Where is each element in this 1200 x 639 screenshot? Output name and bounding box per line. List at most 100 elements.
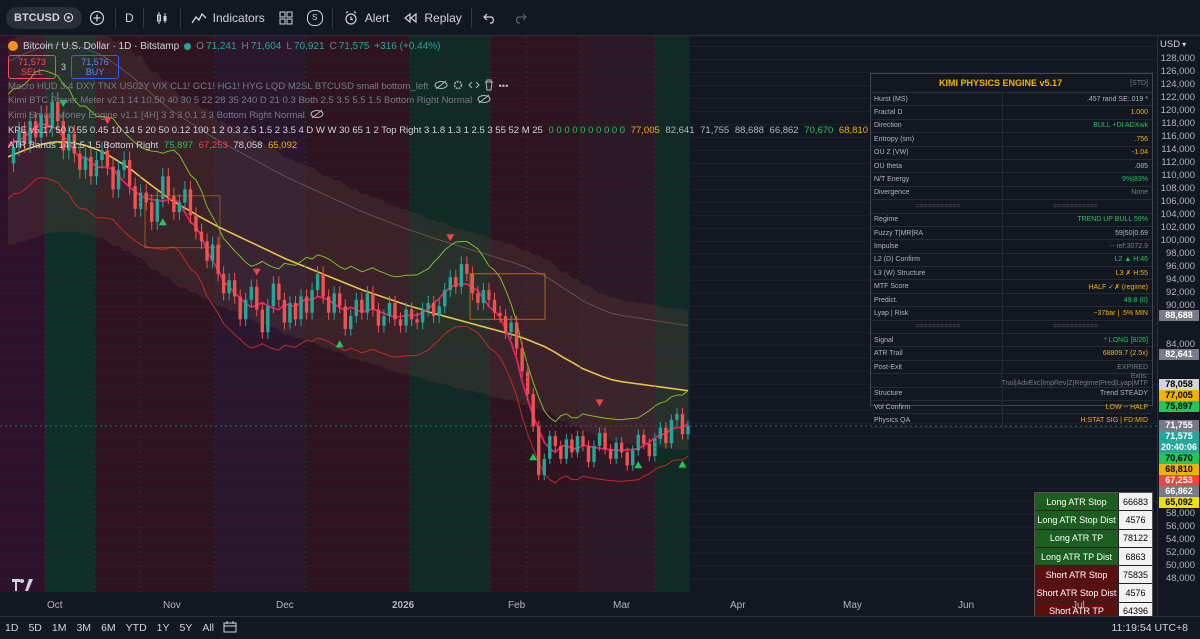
price-tag: 66,862 xyxy=(1159,485,1199,497)
symbol-search[interactable]: BTCUSD xyxy=(6,6,82,29)
indicator-values: 77,005 82,641 71,755 88,688 66,862 70,67… xyxy=(628,125,868,136)
candle-body xyxy=(310,290,314,313)
range-button[interactable]: 1Y xyxy=(152,622,175,634)
price-label: 100,000 xyxy=(1160,235,1195,247)
compare-button[interactable] xyxy=(82,5,112,31)
candle-body xyxy=(199,231,204,242)
candle-body xyxy=(448,277,452,291)
indicator-smart-money[interactable]: Kimi Smart Money Engine v1.1 [4H] 3 3 3 … xyxy=(8,109,324,122)
price-label: 122,000 xyxy=(1160,92,1195,104)
panel-row-value: * LONG [8/26] xyxy=(1104,336,1148,344)
candle-body xyxy=(150,202,154,222)
eye-off-icon[interactable] xyxy=(310,109,324,122)
candle-body xyxy=(420,309,425,323)
candle-body xyxy=(354,299,358,316)
plus-circle-icon xyxy=(88,9,106,27)
atr-row-label: Long ATR TP Dist xyxy=(1035,547,1119,566)
panel-row-key: Predict. xyxy=(871,293,1003,307)
panel-row-value: H:STAT SIG | FD:MID xyxy=(1080,417,1148,425)
candle-body xyxy=(326,296,331,313)
alert-button[interactable]: Alert xyxy=(336,5,396,31)
range-button[interactable]: 5D xyxy=(23,622,46,634)
legend-title: Bitcoin / U.S. Dollar · 1D · Bitstamp xyxy=(23,40,180,52)
range-button[interactable]: 6M xyxy=(96,622,121,634)
sell-button[interactable]: 71,573 SELL xyxy=(8,55,56,79)
time-scale[interactable]: Oct Nov Dec 2026 Feb Mar Apr May Jun Jul xyxy=(0,596,1157,616)
candle-body xyxy=(664,427,668,444)
indicator-label: Macro HUD 3.4 DXY TNX US02Y VIX CL1! GC1… xyxy=(8,81,429,92)
range-button[interactable]: 1D xyxy=(0,622,23,634)
candle-body xyxy=(127,160,132,187)
panel-row: L3 (W) Structure L3 ✗ H:55 xyxy=(871,267,1152,281)
interval-button[interactable]: D xyxy=(119,5,140,31)
candle-body xyxy=(138,192,143,209)
more-icon[interactable]: ••• xyxy=(498,81,508,92)
price-tag: 88,688 xyxy=(1159,309,1199,321)
price-label: 128,000 xyxy=(1160,53,1195,65)
range-button[interactable]: 5Y xyxy=(175,622,198,634)
currency-selector[interactable]: USD ▾ xyxy=(1160,39,1186,50)
candle-body xyxy=(597,432,602,446)
panel-row: ATR Trail 68809.7 (2.5x) xyxy=(871,347,1152,361)
price-tag: 78,058 xyxy=(1159,378,1199,390)
panel-row: Post-Exit EXPIRED xyxy=(871,360,1152,375)
candle-body xyxy=(454,277,458,287)
range-button[interactable]: All xyxy=(197,622,219,634)
candle-body xyxy=(393,303,397,320)
chart-type-button[interactable] xyxy=(147,5,177,31)
buy-button[interactable]: 71,576 BUY xyxy=(71,55,120,79)
indicators-button[interactable]: Indicators xyxy=(184,5,271,31)
time-label: Oct xyxy=(47,600,63,611)
panel-row-value: =========== xyxy=(1053,202,1098,210)
sell-price: 71,573 xyxy=(18,57,46,67)
panel-row-key: Entropy (sm) xyxy=(871,133,1003,146)
calendar-range-icon[interactable] xyxy=(223,620,237,636)
tradingview-logo-icon[interactable] xyxy=(12,578,34,595)
eye-off-icon[interactable] xyxy=(477,94,491,107)
range-button[interactable]: YTD xyxy=(121,622,152,634)
chart-pane[interactable]: Bitcoin / U.S. Dollar · 1D · Bitstamp O … xyxy=(0,36,1157,616)
panel-row-value: .457 rand SE:.019 * xyxy=(1086,95,1148,103)
candle-body xyxy=(166,176,171,196)
candle-body xyxy=(89,156,93,177)
range-button[interactable]: 3M xyxy=(71,622,96,634)
panel-row-value: None xyxy=(1131,189,1148,197)
script-button[interactable]: S xyxy=(301,5,329,31)
price-scale[interactable]: USD ▾ 128,000 126,000 124,000 122,000 120,00… xyxy=(1157,36,1200,616)
source-code-icon[interactable] xyxy=(468,79,481,94)
indicator-kpe[interactable]: KPE v5.17 50 0.55 0.45 10 14 5 20 50 0.1… xyxy=(8,125,868,136)
layouts-button[interactable] xyxy=(271,5,301,31)
settings-icon[interactable] xyxy=(452,79,464,94)
symbol-settings-icon[interactable] xyxy=(62,9,74,27)
undo-button[interactable] xyxy=(475,5,505,31)
redo-button[interactable] xyxy=(505,5,535,31)
candle-body xyxy=(642,434,646,444)
price-label: 104,000 xyxy=(1160,209,1195,221)
range-button[interactable]: 1M xyxy=(47,622,72,634)
candle-body xyxy=(509,322,513,333)
replay-button[interactable]: Replay xyxy=(395,5,467,31)
trash-icon[interactable] xyxy=(484,79,494,94)
panel-row-key: Lyap | Risk xyxy=(871,307,1003,320)
candle-body xyxy=(575,436,580,453)
divider xyxy=(115,7,116,28)
panel-row: OU theta .085 xyxy=(871,159,1152,174)
indicator-atr-bands[interactable]: ATR Bands 14 1.5 1.5 Bottom Right 75,897… xyxy=(8,140,297,151)
time-label: Mar xyxy=(613,600,631,611)
indicator-zeros: 0 0 0 0 0 0 0 0 0 0 xyxy=(548,125,626,136)
panel-row: Structure Trend STEADY xyxy=(871,387,1152,401)
price-tag: 68,810 xyxy=(1159,463,1199,475)
indicator-power-meter[interactable]: Kimi BTC Power Meter v2.1 14 10.50 40 30… xyxy=(8,94,491,107)
panel-row-value: =========== xyxy=(1053,323,1098,331)
indicator-macro-hud[interactable]: Macro HUD 3.4 DXY TNX US02Y VIX CL1! GC1… xyxy=(8,79,508,94)
price-tag: 67,253 xyxy=(1159,474,1199,486)
eye-off-icon[interactable] xyxy=(434,80,448,93)
clock-display[interactable]: 11:19:54 UTC+8 xyxy=(1111,622,1188,634)
divider xyxy=(179,7,181,28)
panel-row-key: Structure xyxy=(871,387,1003,400)
price-tag: 77,005 xyxy=(1159,389,1199,401)
indicator-label: Kimi Smart Money Engine v1.1 [4H] 3 3 3 … xyxy=(8,110,305,121)
panel-row-key: Fractal D xyxy=(871,106,1003,119)
candle-body xyxy=(437,306,441,316)
panel-row-key: Fuzzy T|MR|RA xyxy=(871,226,1003,240)
